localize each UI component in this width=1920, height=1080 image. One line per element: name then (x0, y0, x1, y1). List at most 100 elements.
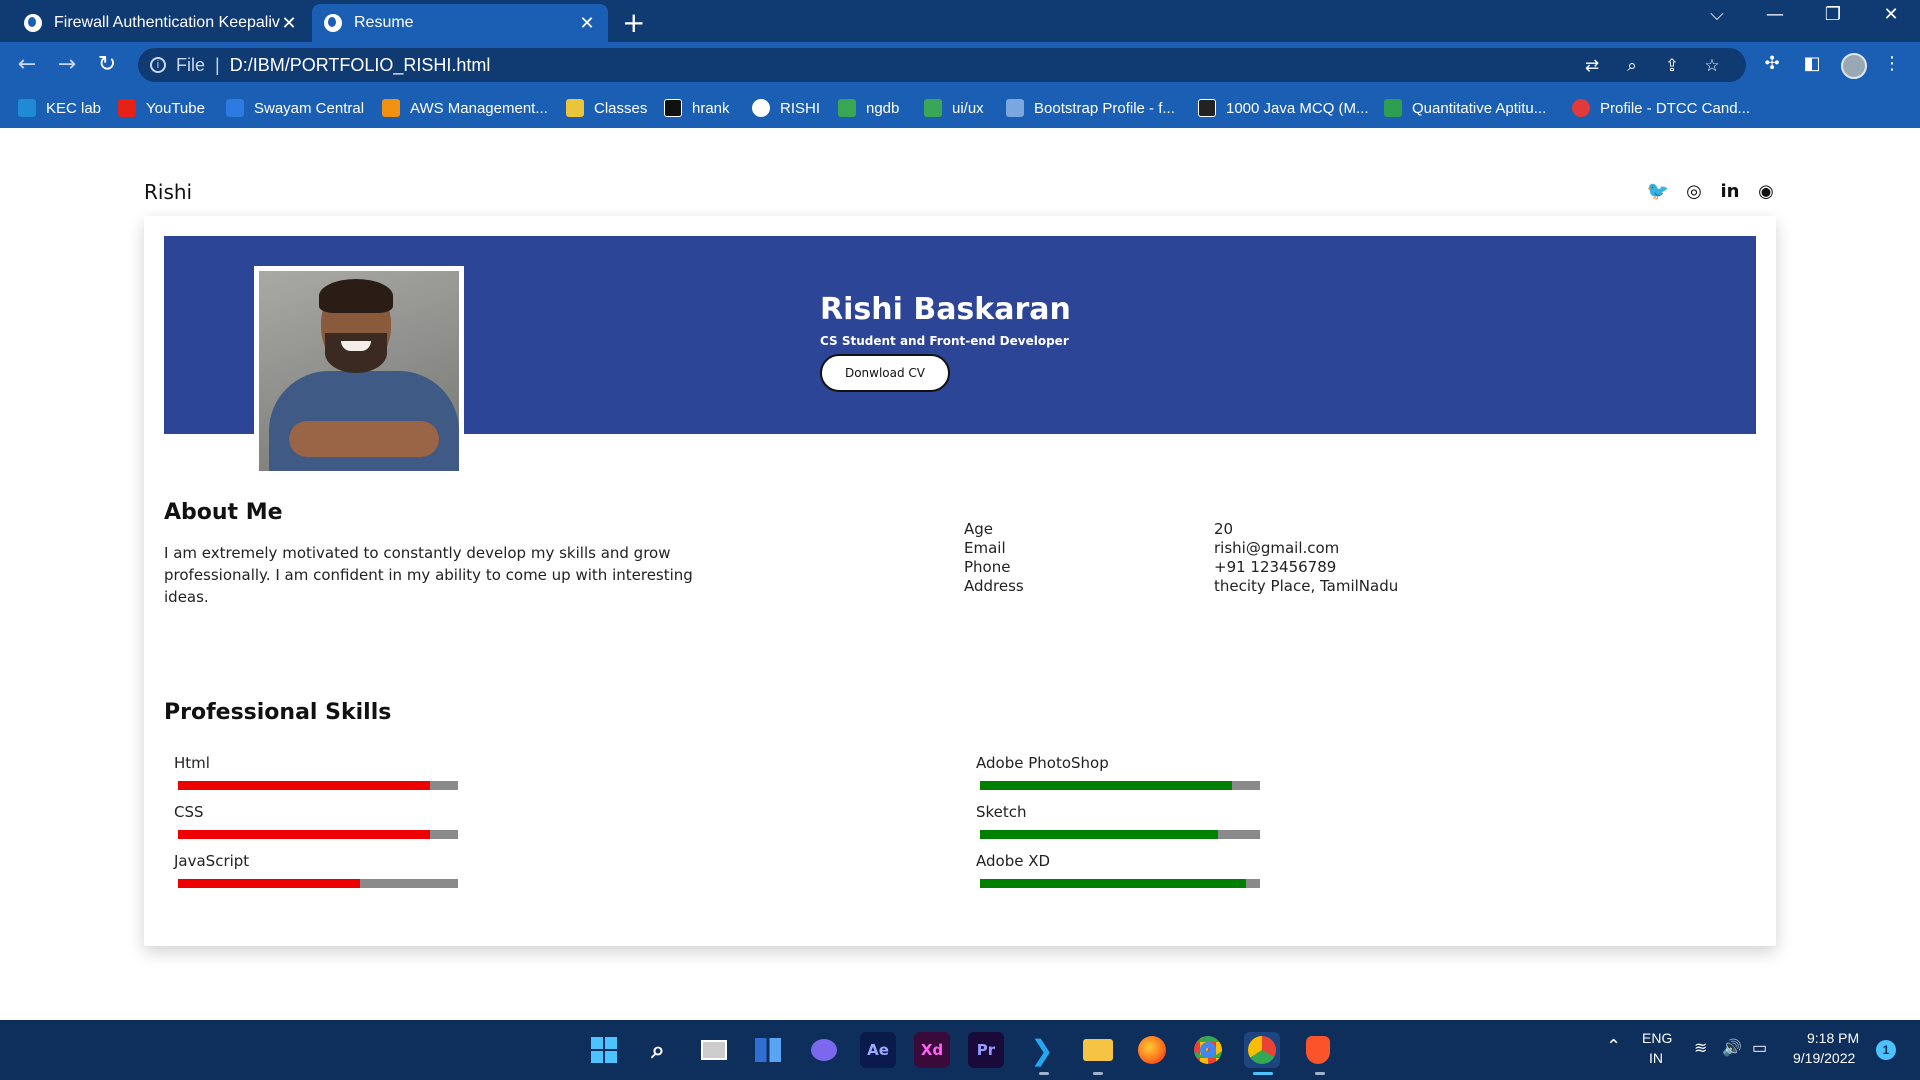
bookmark-aws[interactable]: AWS Management... (382, 96, 548, 120)
classes-icon (566, 99, 584, 117)
info-label-phone: Phone (964, 558, 1011, 576)
kec-lab-icon (18, 99, 36, 117)
restore-button[interactable]: ❐ (1810, 4, 1856, 25)
tab-search-icon[interactable]: ⌵ (1694, 4, 1740, 25)
bookmark-rishi[interactable]: RISHI (752, 96, 820, 120)
oracle-icon (1572, 99, 1590, 117)
notifications-badge[interactable]: 1 (1876, 1040, 1896, 1060)
bookmark-label: KEC lab (46, 99, 102, 117)
profile-photo (254, 266, 464, 471)
side-panel-icon[interactable]: ◧ (1800, 52, 1824, 76)
skill-bar-css (178, 830, 458, 839)
hero-banner: Rishi Baskaran CS Student and Front-end … (164, 236, 1756, 471)
zoom-icon[interactable]: ⌕ (1618, 54, 1646, 78)
bookmark-label: RISHI (780, 99, 821, 117)
bookmark-label: ui/ux (952, 99, 984, 117)
hackerrank-icon (664, 99, 682, 117)
info-value-age: 20 (1214, 520, 1234, 538)
hero-role: CS Student and Front-end Developer (820, 334, 1069, 348)
extensions-icon[interactable]: ✣ (1760, 52, 1784, 76)
bookmark-hrank[interactable]: hrank (664, 96, 730, 120)
new-tab-button[interactable]: + (622, 6, 645, 39)
chat-icon[interactable] (806, 1032, 842, 1068)
search-icon[interactable]: ⌕ (640, 1032, 676, 1068)
bookmark-label: hrank (692, 99, 730, 117)
wifi-icon[interactable]: ≋ (1694, 1038, 1707, 1058)
bookmark-kec-lab[interactable]: KEC lab (18, 96, 101, 120)
site-info-icon[interactable]: i (150, 57, 166, 73)
youtube-icon (118, 99, 136, 117)
portfolio-page: Rishi 🐦 ◎ in ◉ Rishi Baskaran CS Student… (0, 128, 1920, 1020)
tab-resume[interactable]: Resume ✕ (312, 4, 608, 42)
minimize-button[interactable]: — (1752, 4, 1798, 25)
instagram-icon[interactable]: ◎ (1682, 180, 1706, 204)
url-separator: | (215, 54, 220, 75)
tab-close-icon[interactable]: ✕ (578, 13, 596, 34)
github-icon[interactable]: ◉ (1754, 180, 1778, 204)
bookmark-classes[interactable]: Classes (566, 96, 647, 120)
volume-icon[interactable]: 🔊 (1722, 1038, 1742, 1058)
info-value-phone: +91 123456789 (1214, 558, 1337, 576)
firefox-icon[interactable] (1134, 1032, 1170, 1068)
skill-bar-sketch (980, 830, 1260, 839)
address-bar[interactable]: i File | D:/IBM/PORTFOLIO_RISHI.html ⇄ ⌕… (138, 48, 1746, 82)
windows-start-icon[interactable] (586, 1032, 622, 1068)
chrome-icon[interactable] (1190, 1032, 1226, 1068)
brand-name[interactable]: Rishi (144, 180, 192, 204)
vscode-icon[interactable]: ❯ (1024, 1032, 1060, 1068)
about-title: About Me (164, 500, 283, 525)
skill-bar-photoshop (980, 781, 1260, 790)
swayam-icon (226, 99, 244, 117)
bookmark-label: Bootstrap Profile - f... (1034, 99, 1175, 117)
tab-firewall[interactable]: Firewall Authentication Keepalive ✕ (12, 4, 310, 42)
aws-icon (382, 99, 400, 117)
bookmark-star-icon[interactable]: ☆ (1698, 54, 1726, 78)
tab-title: Firewall Authentication Keepalive (54, 14, 280, 31)
info-label-address: Address (964, 577, 1024, 595)
url-scheme: File (176, 54, 206, 75)
skill-bar-html (178, 781, 458, 790)
url-text[interactable]: D:/IBM/PORTFOLIO_RISHI.html (230, 55, 491, 76)
chrome-active-icon[interactable] (1244, 1032, 1280, 1068)
profile-avatar[interactable] (1841, 53, 1867, 79)
language-bottom[interactable]: IN (1649, 1050, 1663, 1066)
twitter-icon[interactable]: 🐦 (1646, 180, 1670, 204)
language-top[interactable]: ENG (1642, 1030, 1672, 1046)
after-effects-icon[interactable]: Ae (860, 1032, 896, 1068)
bookmark-bootstrap[interactable]: Bootstrap Profile - f... (1006, 96, 1175, 120)
globe-icon (752, 99, 770, 117)
bookmark-ngdb[interactable]: ngdb (838, 96, 899, 120)
menu-icon[interactable]: ⋮ (1880, 52, 1904, 76)
show-hidden-icons[interactable]: ⌃ (1606, 1036, 1621, 1057)
premiere-pro-icon[interactable]: Pr (968, 1032, 1004, 1068)
file-explorer-icon[interactable] (1080, 1032, 1116, 1068)
translate-icon[interactable]: ⇄ (1578, 54, 1606, 78)
bookmark-swayam[interactable]: Swayam Central (226, 96, 364, 120)
widgets-icon[interactable] (750, 1032, 786, 1068)
forward-icon[interactable]: → (52, 50, 82, 80)
skill-label-sketch: Sketch (976, 803, 1027, 821)
bookmark-aptitude[interactable]: Quantitative Aptitu... (1384, 96, 1546, 120)
tab-close-icon[interactable]: ✕ (280, 13, 298, 34)
photo-beard (325, 333, 387, 373)
download-cv-button[interactable]: Donwload CV (820, 354, 950, 392)
back-icon[interactable]: ← (12, 50, 42, 80)
bookmark-dtcc[interactable]: Profile - DTCC Cand... (1572, 96, 1750, 120)
linkedin-icon[interactable]: in (1718, 180, 1742, 204)
bookmark-java-mcq[interactable]: 1000 Java MCQ (M... (1198, 96, 1369, 120)
task-view-icon[interactable] (696, 1032, 732, 1068)
profile-photo-image (259, 271, 459, 471)
share-icon[interactable]: ⇪ (1658, 54, 1686, 78)
reload-icon[interactable]: ↻ (92, 50, 122, 80)
skill-bar-fill (178, 879, 360, 888)
running-indicator (1039, 1072, 1049, 1075)
bookmark-uiux[interactable]: ui/ux (924, 96, 984, 120)
adobe-xd-icon[interactable]: Xd (914, 1032, 950, 1068)
brave-icon[interactable] (1300, 1032, 1336, 1068)
clock-time[interactable]: 9:18 PM (1807, 1030, 1859, 1046)
clock-date[interactable]: 9/19/2022 (1793, 1050, 1855, 1066)
about-text: I am extremely motivated to constantly d… (164, 544, 693, 606)
battery-icon[interactable]: ▭ (1752, 1038, 1767, 1058)
close-window-button[interactable]: ✕ (1868, 4, 1914, 25)
bookmark-youtube[interactable]: YouTube (118, 96, 205, 120)
